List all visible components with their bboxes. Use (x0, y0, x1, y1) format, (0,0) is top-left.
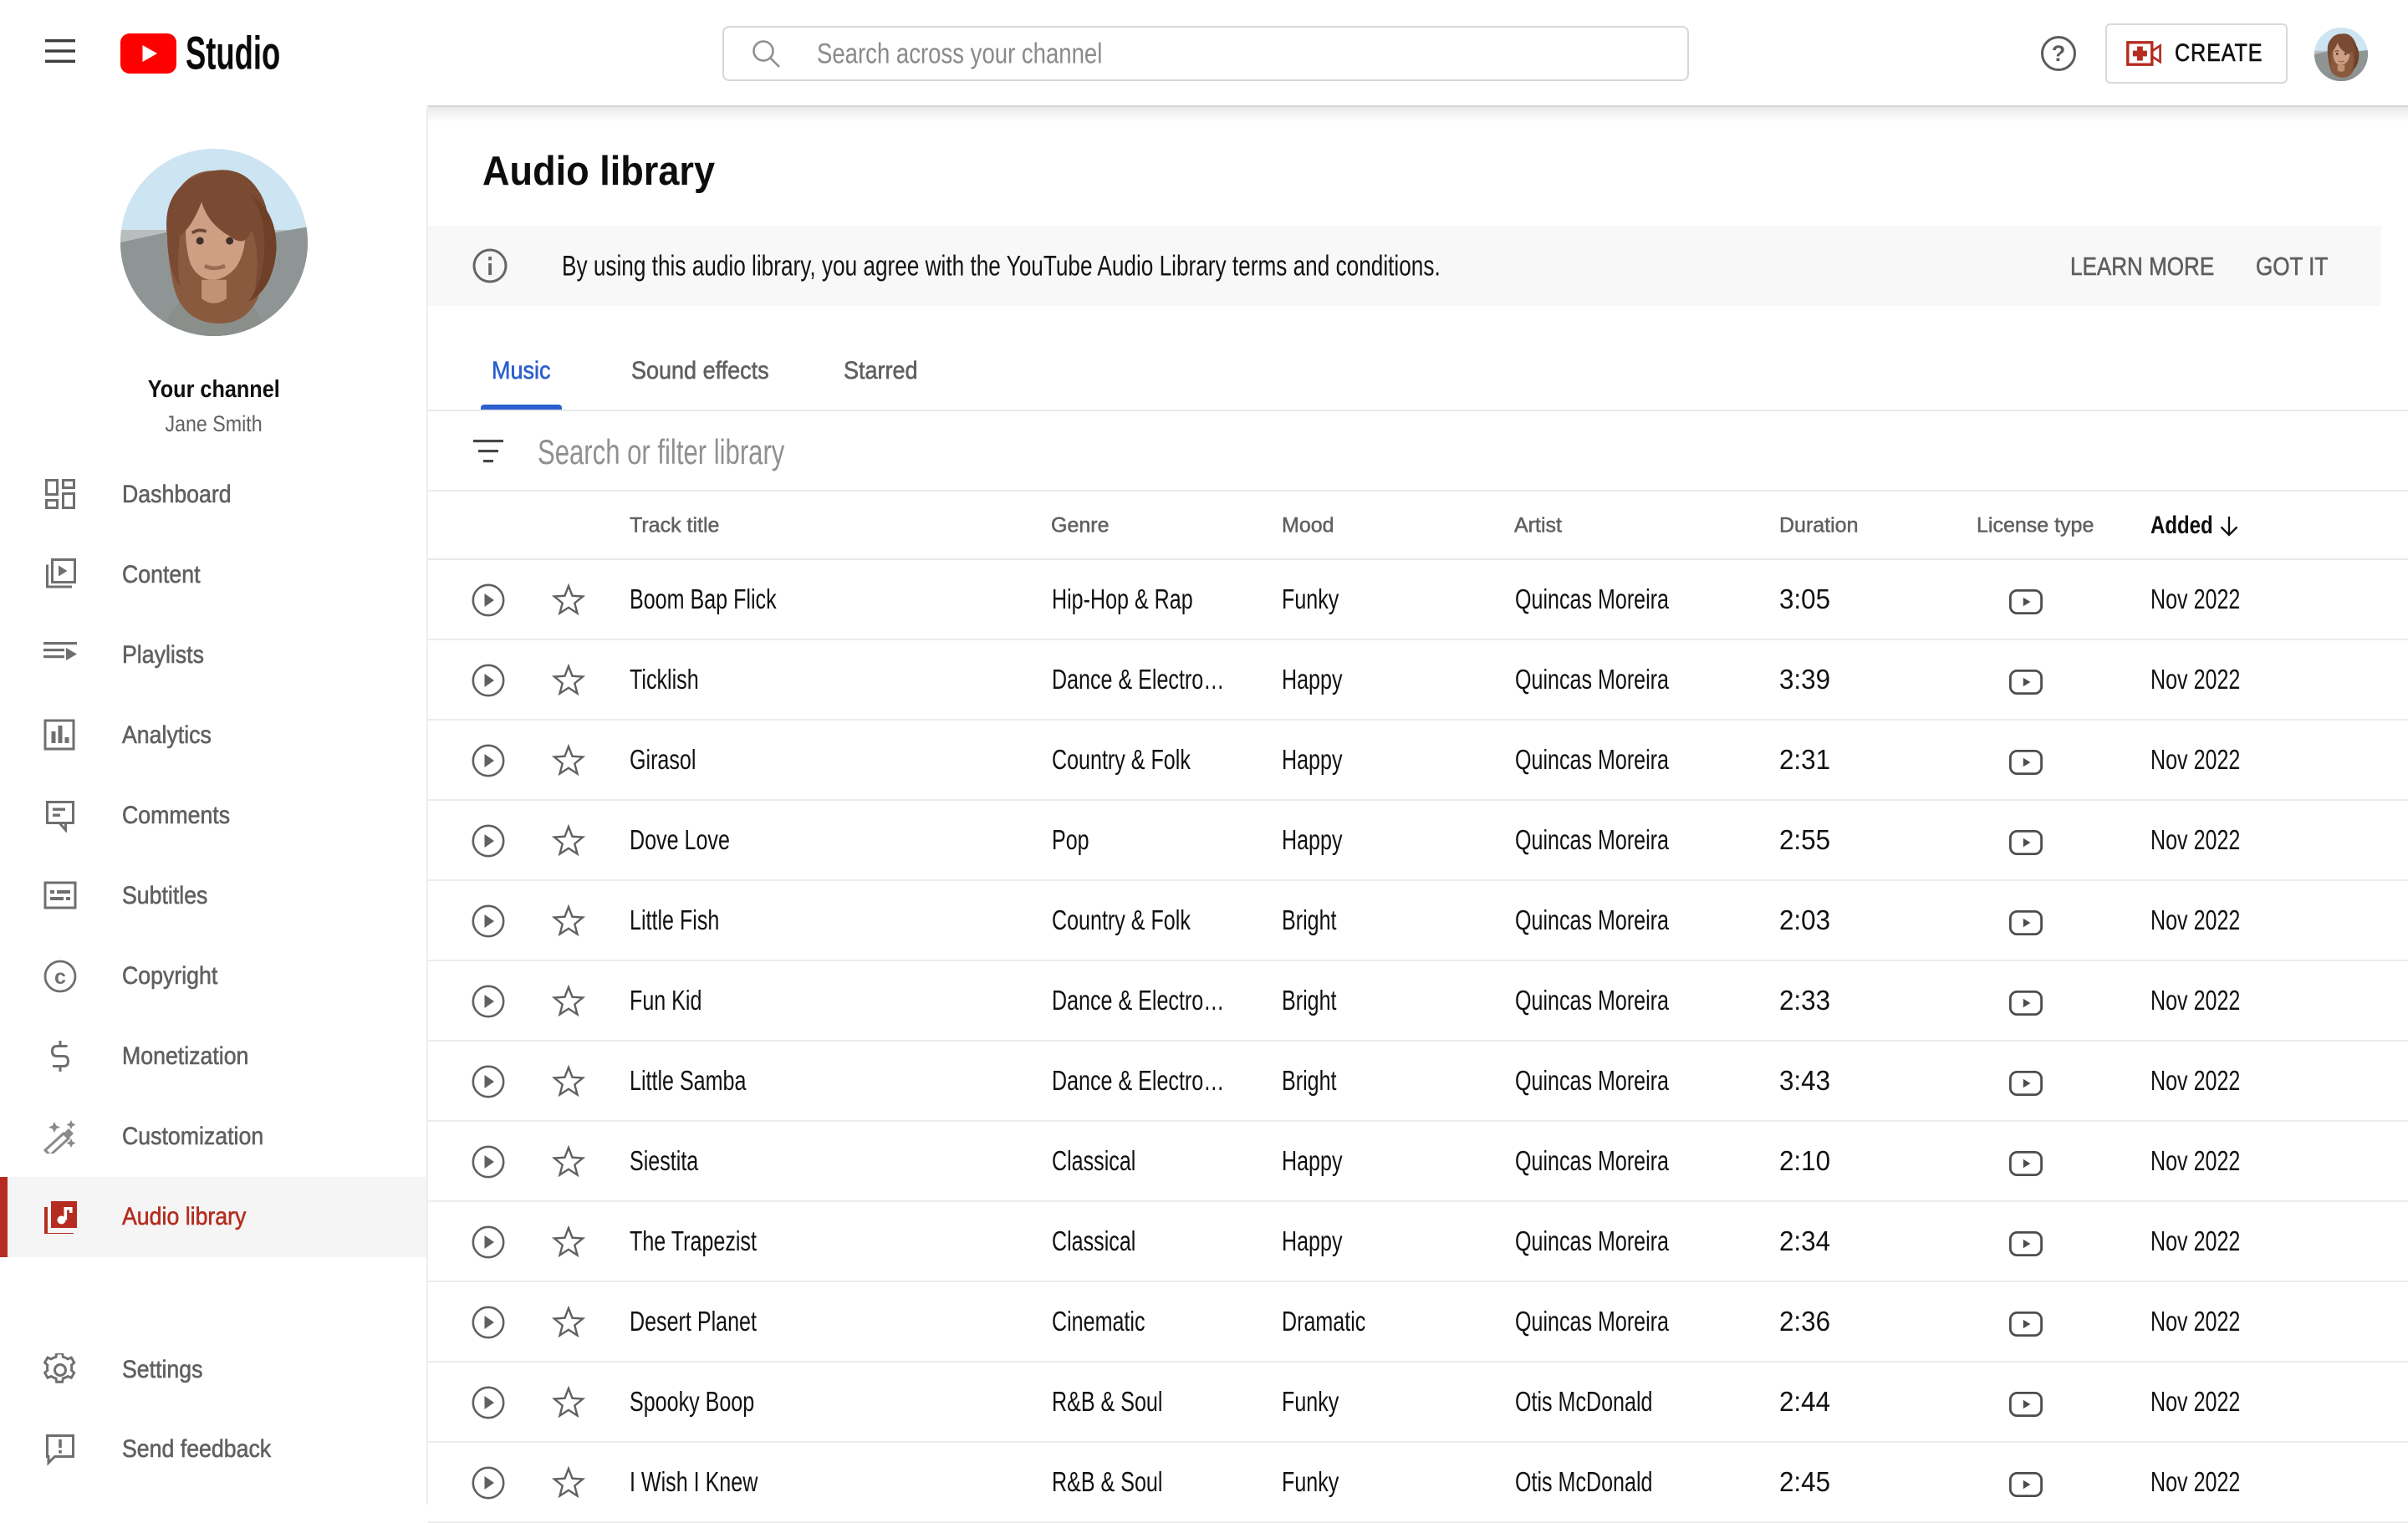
svg-text:?: ? (2052, 41, 2066, 66)
svg-text:c: c (54, 965, 66, 989)
